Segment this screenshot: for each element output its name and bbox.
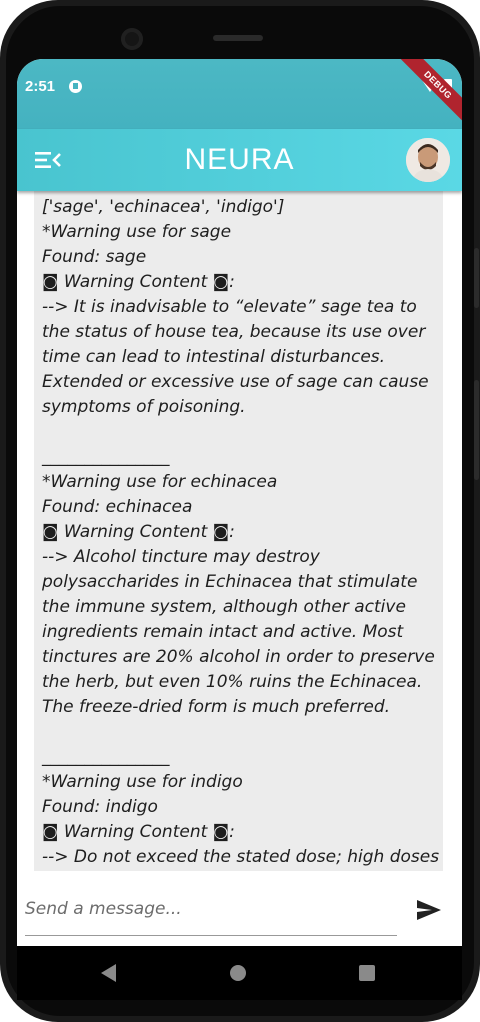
app-bar: NEURA <box>17 129 462 191</box>
message-text: ['sage', 'echinacea', 'indigo'] *Warning… <box>42 197 440 867</box>
earpiece-speaker <box>213 35 263 41</box>
notification-icon <box>69 80 82 93</box>
status-time: 2:51 <box>25 78 56 95</box>
front-camera <box>121 28 143 50</box>
chat-list[interactable]: ['sage', 'echinacea', 'indigo'] *Warning… <box>17 191 462 871</box>
composer: Send a message... <box>17 871 462 946</box>
back-triangle-icon[interactable] <box>101 964 116 982</box>
message-input-placeholder: Send a message... <box>25 899 182 919</box>
app-title: NEURA <box>184 143 295 176</box>
volume-button <box>474 248 479 308</box>
message-input[interactable]: Send a message... <box>25 895 397 936</box>
profile-avatar[interactable] <box>406 138 450 182</box>
status-bar: 2:51 DEBUG <box>17 59 462 129</box>
power-button <box>474 380 479 480</box>
recents-square-icon[interactable] <box>359 965 375 981</box>
system-nav-bar <box>17 946 462 1000</box>
user-avatar-icon <box>406 138 450 182</box>
app-screen: 2:51 DEBUG NEURA ['sage', 'echinacea', '… <box>17 59 462 946</box>
home-circle-icon[interactable] <box>230 965 246 981</box>
send-icon[interactable] <box>416 899 442 921</box>
